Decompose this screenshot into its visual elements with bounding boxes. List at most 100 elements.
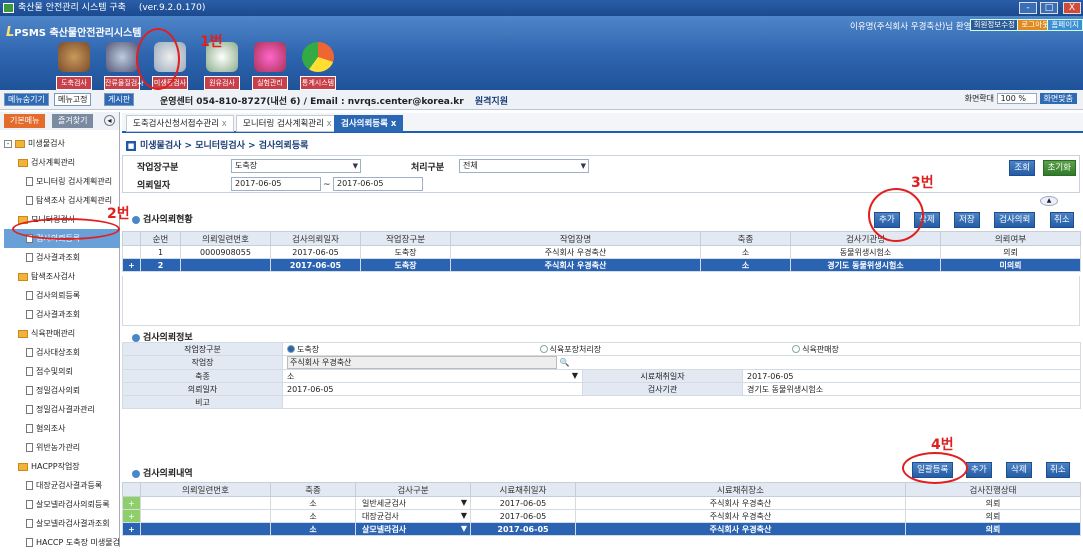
zoom-select[interactable]: 100 % — [996, 93, 1037, 104]
save-button[interactable]: 저장 — [954, 212, 980, 228]
tab-close-icon[interactable]: x — [327, 119, 332, 129]
document-icon — [26, 443, 33, 452]
nav-statistics[interactable]: 통계시스템 — [300, 42, 336, 90]
tree-label: 모니터링 검사계획관리 — [36, 177, 113, 186]
add-detail-button[interactable]: 추가 — [966, 462, 992, 478]
inspection-type-select[interactable]: 일반세균검사 ▼ — [355, 496, 471, 510]
tree-folder[interactable]: 검사계획관리 — [4, 153, 120, 172]
tree-folder[interactable]: 식육판매관리 — [4, 324, 120, 343]
work-type-label: 작업장구분 — [122, 342, 283, 356]
close-window-button[interactable]: X — [1063, 2, 1081, 14]
column-header: 순번 — [140, 231, 181, 246]
tree-item[interactable]: 검사결과조회 — [4, 305, 120, 324]
tab-monitoring-plan[interactable]: 모니터링 검사계획관리 x — [236, 115, 339, 132]
tree-item[interactable]: 위반농가관리 — [4, 438, 120, 457]
agency-field[interactable]: 경기도 동물위생시험소 — [741, 382, 1082, 396]
nav-slaughter-inspection[interactable]: 도축검사 — [56, 42, 92, 90]
cancel-detail-button[interactable]: 취소 — [1046, 462, 1070, 478]
table-row[interactable]: + 소 살모넬라검사 ▼ 2017-06-05 주식회사 우경축산 의뢰 — [122, 522, 1081, 536]
tab-basic-menu[interactable]: 기본메뉴 — [4, 114, 46, 128]
tree-item[interactable]: 정밀검사결과관리 — [4, 400, 120, 419]
column-header: 작업장구분 — [360, 231, 451, 246]
request-date-input[interactable]: 2017-06-05 — [282, 382, 583, 396]
homepage-button[interactable]: 홈페이지 — [1047, 19, 1083, 31]
tab-favorites[interactable]: 즐겨찾기 — [52, 114, 94, 128]
tree-item[interactable]: 탐색조사 검사계획관리 — [4, 191, 120, 210]
tree-folder[interactable]: 탐색조사검사 — [4, 267, 120, 286]
sidebar: 기본메뉴 즐겨찾기 ◂ - 미생물검사 검사계획관리모니터링 검사계획관리탐색조사 … — [0, 112, 120, 547]
zoom-control: 화면확대 100 % 화면맞춤 — [965, 93, 1077, 104]
tree-item[interactable]: HACCP 도축장 미생물검 — [4, 533, 120, 552]
tree-item[interactable]: 대장균검사결과등록 — [4, 476, 120, 495]
document-icon — [26, 253, 33, 262]
table-row[interactable]: 1 0000908055 2017-06-05 도축장 주식회사 우경축산 소 동물위생시험… — [122, 245, 1081, 259]
process-select[interactable]: 전체 ▼ — [459, 159, 589, 173]
note-input[interactable] — [281, 395, 1082, 409]
app-icon — [3, 3, 14, 13]
tree-label: 접수및의뢰 — [36, 367, 73, 376]
tab-close-icon[interactable]: x — [391, 119, 396, 129]
tree-item[interactable]: 접수및의뢰 — [4, 362, 120, 381]
reset-button[interactable]: 초기화 — [1042, 160, 1076, 176]
table-cell: 소 — [700, 258, 791, 272]
date-to-input[interactable]: 2017-06-05 — [333, 177, 423, 191]
collapse-icon[interactable]: ▲ — [1040, 196, 1058, 206]
remote-support-link[interactable]: 원격지원 — [475, 97, 508, 107]
column-header: 검사기관명 — [790, 231, 941, 246]
tree-item[interactable]: 검사결과조회 — [4, 248, 120, 267]
tree-item[interactable]: 검사의뢰등록 — [4, 286, 120, 305]
request-status-table: 순번 의뢰일련번호 검사의뢰일자 작업장구분 작업장명 축종 검사기관명 의뢰여… — [122, 231, 1081, 272]
table-row[interactable]: + 소 대장균검사 ▼ 2017-06-05 주식회사 우경축산 의뢰 — [122, 509, 1081, 523]
menu-hide-button[interactable]: 메뉴숨기기 — [4, 93, 49, 106]
work-type-select[interactable]: 도축장 ▼ — [231, 159, 361, 173]
query-button[interactable]: 조회 — [1009, 160, 1035, 176]
table-cell: 1 — [140, 245, 181, 259]
tree-item[interactable]: 정밀검사의뢰 — [4, 381, 120, 400]
table-row[interactable]: + 소 일반세균검사 ▼ 2017-06-05 주식회사 우경축산 의뢰 — [122, 496, 1081, 510]
date-from-input[interactable]: 2017-06-05 — [231, 177, 321, 191]
add-row-icon[interactable]: + — [122, 509, 141, 523]
minimize-button[interactable]: - — [1019, 2, 1037, 14]
tab-inspection-request[interactable]: 검사의뢰등록 x — [334, 115, 404, 132]
folder-icon — [18, 462, 28, 471]
board-button[interactable]: 게시판 — [104, 93, 135, 106]
delete-detail-button[interactable]: 삭제 — [1006, 462, 1032, 478]
tab-close-icon[interactable]: x — [222, 119, 227, 129]
radio-icon — [539, 345, 548, 353]
tree-item[interactable]: 검사대상조회 — [4, 343, 120, 362]
maximize-button[interactable]: □ — [1040, 2, 1058, 14]
inspection-type-select[interactable]: 살모넬라검사 ▼ — [355, 522, 471, 536]
sample-date-input[interactable]: 2017-06-05 — [741, 369, 1082, 383]
sidebar-collapse-icon[interactable]: ◂ — [104, 115, 115, 126]
tree-label: 검사결과조회 — [36, 310, 81, 319]
request-date-label: 의뢰일자 — [137, 181, 171, 191]
request-inspection-button[interactable]: 검사의뢰 — [994, 212, 1036, 228]
sidebar-tabs: 기본메뉴 즐겨찾기 ◂ — [0, 112, 119, 130]
work-type-radio-group[interactable]: 도축장 식육포장처리장 식육판매장 — [281, 342, 1082, 356]
document-icon — [26, 177, 33, 186]
inspection-type-select[interactable]: 대장균검사 ▼ — [355, 509, 471, 523]
tree-item[interactable]: 살모넬라검사결과조회 — [4, 514, 120, 533]
tree-item[interactable]: 모니터링 검사계획관리 — [4, 172, 120, 191]
document-icon — [26, 424, 33, 433]
work-type-label: 작업장구분 — [137, 163, 179, 173]
table-cell: 주식회사 우경축산 — [575, 522, 906, 536]
nav-lab-management[interactable]: 실험관리 — [252, 42, 288, 90]
nav-residue-inspection[interactable]: 잔류물질검사 — [104, 42, 144, 90]
tree-folder[interactable]: - 미생물검사 — [4, 134, 120, 153]
pie-chart-icon — [302, 42, 334, 72]
fit-screen-button[interactable]: 화면맞춤 — [1039, 93, 1077, 104]
tree-item[interactable]: 살모넬라검사의뢰등록 — [4, 495, 120, 514]
tab-slaughter-application[interactable]: 도축검사신청서접수관리 x — [126, 115, 234, 132]
edit-profile-button[interactable]: 회원정보수정 — [969, 19, 1019, 31]
cancel-button[interactable]: 취소 — [1050, 212, 1074, 228]
nav-label: 원유검사 — [204, 76, 240, 90]
tree-item[interactable]: 혐의조사 — [4, 419, 120, 438]
table-row[interactable]: +2 2017-06-05 도축장 주식회사 우경축산 소 경기도 동물위생시험소 미의뢰 — [122, 258, 1081, 272]
species-select[interactable]: 소 ▼ — [282, 369, 583, 383]
add-row-icon[interactable]: + — [122, 496, 141, 510]
tree-folder[interactable]: HACPP작업장 — [4, 457, 120, 476]
add-row-icon[interactable]: + — [122, 522, 141, 536]
menu-fix-checkbox[interactable]: 메뉴고정 — [54, 93, 92, 106]
workplace-field[interactable]: 주식회사 우경축산 🔍 — [281, 355, 1082, 370]
